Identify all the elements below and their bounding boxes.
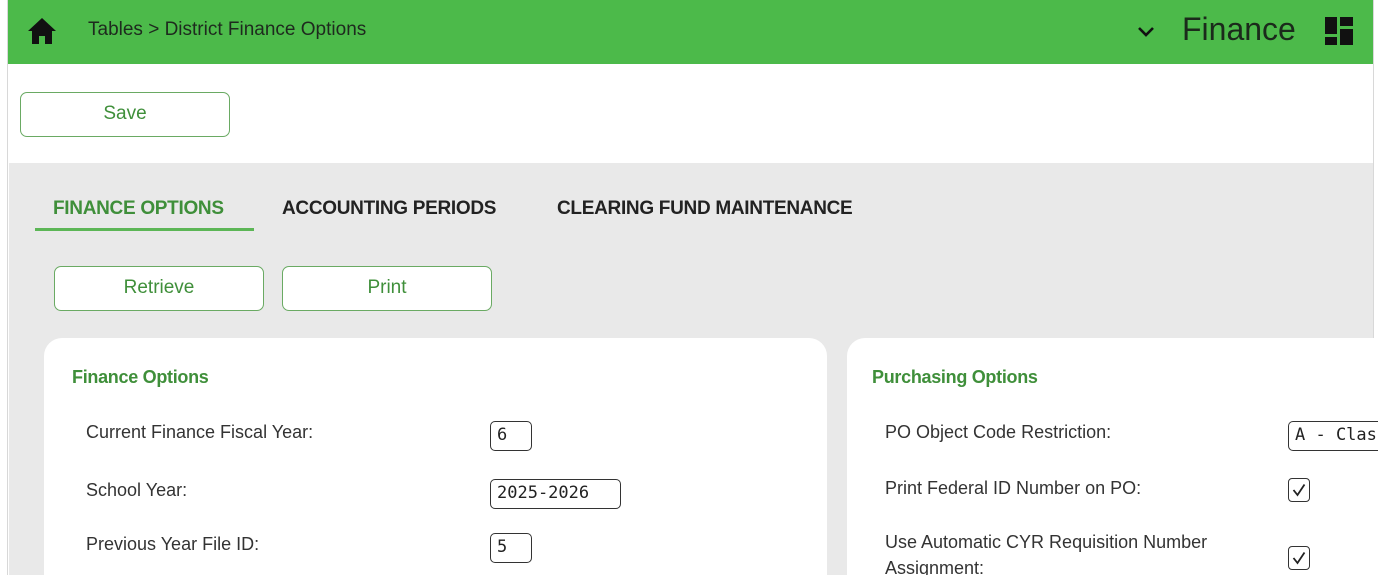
tab-finance-options[interactable]: FINANCE OPTIONS: [53, 198, 224, 220]
breadcrumb: Tables > District Finance Options: [88, 19, 367, 40]
purchasing-options-title: Purchasing Options: [872, 367, 1038, 387]
module-title: Finance: [1182, 11, 1296, 47]
checkmark-icon: [1292, 484, 1306, 497]
top-navigation-bar: Tables > District Finance Options Financ…: [8, 0, 1373, 64]
print-federal-id-label: Print Federal ID Number on PO:: [885, 478, 1142, 498]
previous-year-file-id-label: Previous Year File ID:: [86, 534, 260, 554]
retrieve-button[interactable]: Retrieve: [54, 266, 264, 311]
chevron-down-icon[interactable]: [1135, 20, 1157, 42]
print-federal-id-checkbox[interactable]: [1288, 478, 1310, 502]
grid-menu-icon[interactable]: [1324, 16, 1354, 46]
tab-accounting-periods[interactable]: ACCOUNTING PERIODS: [282, 198, 496, 220]
school-year-input[interactable]: 2025-2026: [490, 479, 621, 509]
finance-options-title: Finance Options: [72, 367, 209, 387]
home-icon[interactable]: [27, 17, 57, 45]
print-button[interactable]: Print: [282, 266, 492, 311]
save-button[interactable]: Save: [20, 92, 230, 137]
po-object-code-restriction-label: PO Object Code Restriction:: [885, 422, 1112, 442]
active-tab-indicator: [35, 228, 254, 231]
auto-cyr-requisition-checkbox[interactable]: [1288, 546, 1310, 570]
current-fiscal-year-label: Current Finance Fiscal Year:: [86, 422, 314, 442]
tab-clearing-fund-maintenance[interactable]: CLEARING FUND MAINTENANCE: [557, 198, 853, 220]
auto-cyr-requisition-label-line2: Assignment:: [885, 558, 985, 575]
po-object-code-restriction-select[interactable]: A - Clas: [1288, 421, 1378, 451]
current-fiscal-year-input[interactable]: 6: [490, 421, 532, 451]
checkmark-icon: [1292, 552, 1306, 565]
window-left-edge: [0, 0, 8, 575]
school-year-label: School Year:: [86, 480, 188, 500]
previous-year-file-id-input[interactable]: 5: [490, 533, 532, 563]
